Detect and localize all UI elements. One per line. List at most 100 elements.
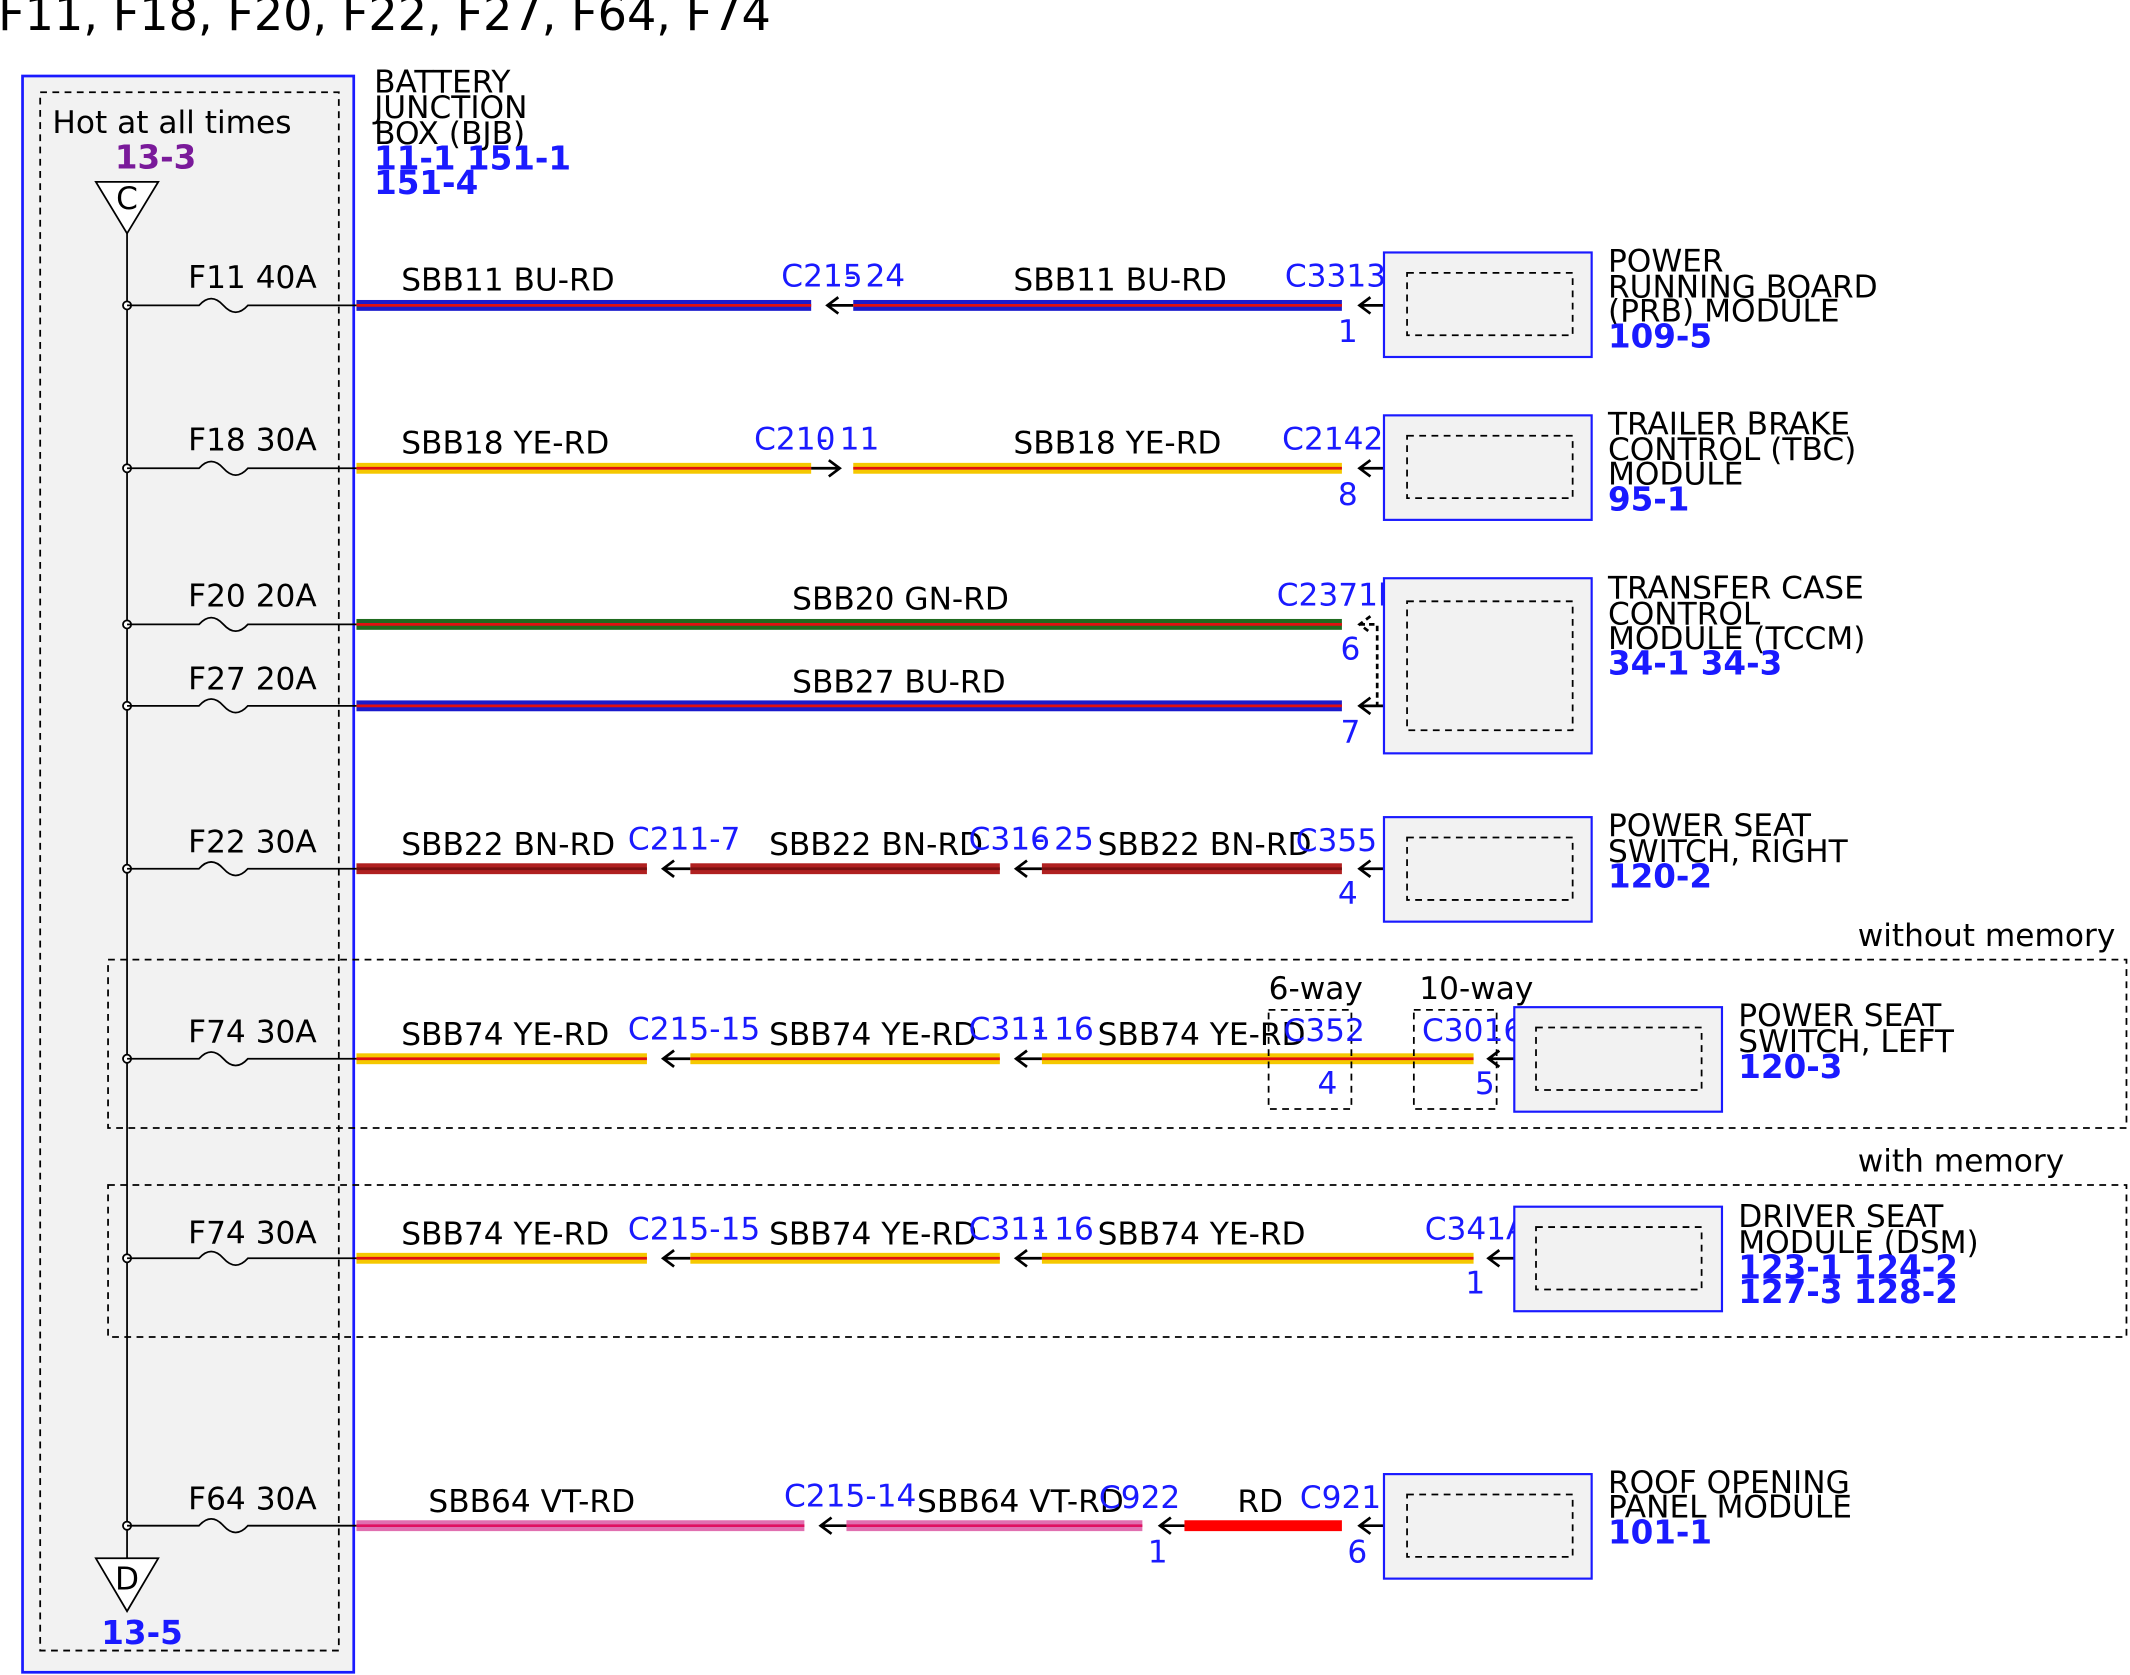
- connector-c-letter: C: [116, 181, 138, 217]
- wire-label: SBB74 YE-RD: [401, 1217, 609, 1253]
- inline-connector-dash: -: [1034, 822, 1045, 858]
- inline-connector-pin: 24: [865, 258, 905, 294]
- hot-label: Hot at all times: [52, 105, 291, 141]
- inline-connector-dash: -: [1034, 1012, 1045, 1048]
- tccm-module-box: [1382, 577, 1593, 755]
- fuse-label: F22 30A: [188, 824, 317, 860]
- inline-connector-arrow: [1013, 1049, 1042, 1068]
- wire-label: RD: [1237, 1484, 1283, 1520]
- inline-connector-dash: -: [1034, 1211, 1045, 1247]
- wire-label: SBB18 YE-RD: [401, 425, 609, 461]
- end-connector-pin: 4: [1338, 876, 1358, 912]
- wire-segment: [1184, 1520, 1342, 1532]
- inline-connector-arrow: [811, 459, 842, 478]
- inline-connector-arrow: [1013, 1249, 1042, 1268]
- circuit-f74-with-memory: F74 30A SBB74 YE-RD C215-15 SBB74 YE-RD …: [122, 1199, 1979, 1313]
- end-connector-name: C2371B: [1277, 577, 1400, 613]
- end-connector-name: C921: [1300, 1480, 1381, 1516]
- end-connector-pin: 6: [1341, 632, 1361, 668]
- circuit-f64: F64 30A SBB64 VT-RD C215-14 SBB64 VT-RD …: [122, 1465, 1852, 1580]
- fuse-label: F74 30A: [188, 1014, 317, 1050]
- with-memory-label: with memory: [1858, 1143, 2065, 1179]
- end-connector-pin: 6: [1347, 1534, 1367, 1570]
- page-title: F11, F18, F20, F22, F27, F64, F74: [0, 0, 771, 41]
- inline-connector-pin: 16: [1054, 1211, 1094, 1247]
- wire-label: SBB74 YE-RD: [1098, 1217, 1306, 1253]
- inline-connector-arrow: [660, 1049, 691, 1068]
- way6-label: 6-way: [1269, 971, 1363, 1007]
- fuse-label: F20 20A: [188, 579, 317, 615]
- inline-connector-name: C215-15: [628, 1012, 760, 1048]
- connector-c922-pin: 1: [1148, 1534, 1168, 1570]
- inline-connector-pin: 11: [840, 421, 880, 457]
- inline-connector-pin: 25: [1054, 822, 1094, 858]
- wire-label: SBB64 VT-RD: [917, 1484, 1124, 1520]
- connector-c922-name: C922: [1099, 1480, 1180, 1516]
- connector-c-ref: 13-3: [115, 138, 196, 176]
- prb-module-box: [1382, 251, 1593, 359]
- bjb-box: [21, 74, 356, 1674]
- end-connector-name: C355: [1296, 823, 1377, 859]
- inline-connector-arrow: [825, 296, 854, 315]
- fuse-label: F11 40A: [188, 260, 317, 296]
- end-connector-pin: 7: [1341, 714, 1361, 750]
- wire-label: SBB20 GN-RD: [792, 581, 1009, 617]
- inline-connector-arrow: [1013, 859, 1042, 878]
- module-ref: 34-1 34-3: [1608, 645, 1782, 683]
- fuse-label: F74 30A: [188, 1215, 317, 1251]
- wire-label: SBB22 BN-RD: [769, 827, 983, 863]
- roof-module-box: [1382, 1473, 1593, 1580]
- inline-connector-name: C215-15: [628, 1211, 760, 1247]
- wiring-diagram: F11, F18, F20, F22, F27, F64, F74 Hot at…: [0, 0, 2130, 1675]
- fuse-label: F18 30A: [188, 423, 317, 459]
- psl-module-box: [1513, 1006, 1724, 1113]
- tbc-module-box: [1382, 414, 1593, 521]
- end-connector-name: C341A: [1425, 1211, 1528, 1247]
- inline-connector-arrow: [660, 859, 691, 878]
- wire-label: SBB18 YE-RD: [1013, 425, 1221, 461]
- connector-d-letter: D: [115, 1561, 139, 1597]
- end-connector-pin: 1: [1338, 314, 1358, 350]
- connector-c352-name: C352: [1284, 1013, 1365, 1049]
- wire-label: SBB74 YE-RD: [1098, 1017, 1306, 1053]
- wiring-diagram-canvas: F11, F18, F20, F22, F27, F64, F74 Hot at…: [0, 0, 2128, 1674]
- module-ref: 101-1: [1608, 1513, 1712, 1551]
- bjb-ref-2: 151-4: [374, 164, 478, 202]
- inline-connector-name: C211-7: [628, 822, 740, 858]
- wire-label: SBB11 BU-RD: [1013, 262, 1226, 298]
- wire-label: SBB74 YE-RD: [769, 1217, 977, 1253]
- module-ref: 109-5: [1608, 317, 1712, 355]
- wire-label: SBB64 VT-RD: [428, 1484, 635, 1520]
- connector-c352-pin: 4: [1317, 1066, 1337, 1102]
- wire-label: SBB22 BN-RD: [401, 827, 615, 863]
- inline-connector-name: C215-14: [784, 1479, 916, 1515]
- module-ref: 95-1: [1608, 480, 1690, 518]
- inline-connector-pin: 16: [1054, 1012, 1094, 1048]
- circuit-f74-without-memory: F74 30A SBB74 YE-RD C215-15 SBB74 YE-RD …: [122, 971, 1955, 1113]
- end-connector-pin: 1: [1465, 1266, 1485, 1302]
- tccm-module: TRANSFER CASE CONTROL MODULE (TCCM) 34-1…: [1382, 571, 1865, 755]
- circuit-f11: F11 40A SBB11 BU-RD C215 - 24 SBB11 BU-R…: [122, 243, 1878, 359]
- inline-connector-arrow: [660, 1249, 691, 1268]
- module-ref-2: 127-3 128-2: [1738, 1273, 1958, 1311]
- wire-label: SBB27 BU-RD: [792, 664, 1005, 700]
- inline-connector-dash: -: [845, 258, 856, 294]
- circuit-f18: F18 30A SBB18 YE-RD C210 - 11 SBB18 YE-R…: [122, 406, 1856, 521]
- wire-label: SBB74 YE-RD: [769, 1017, 977, 1053]
- end-connector-name: C2142: [1282, 421, 1383, 457]
- inline-connector-arrow: [818, 1516, 847, 1535]
- wire-label: SBB22 BN-RD: [1098, 827, 1312, 863]
- without-memory-label: without memory: [1858, 918, 2116, 954]
- connector-d-ref: 13-5: [101, 1614, 182, 1652]
- fuse-label: F27 20A: [188, 662, 317, 698]
- psr-module-box: [1382, 816, 1593, 923]
- dsm-module-box: [1513, 1205, 1724, 1313]
- inline-connector-dash: -: [817, 421, 828, 457]
- module-ref: 120-2: [1608, 858, 1712, 896]
- fuse-label: F64 30A: [188, 1481, 317, 1517]
- way10-label: 10-way: [1419, 971, 1533, 1007]
- end-connector-pin: 8: [1338, 477, 1358, 513]
- wire-label: SBB11 BU-RD: [401, 262, 614, 298]
- wire-label: SBB74 YE-RD: [401, 1017, 609, 1053]
- inline-connector-arrow: [1157, 1516, 1185, 1535]
